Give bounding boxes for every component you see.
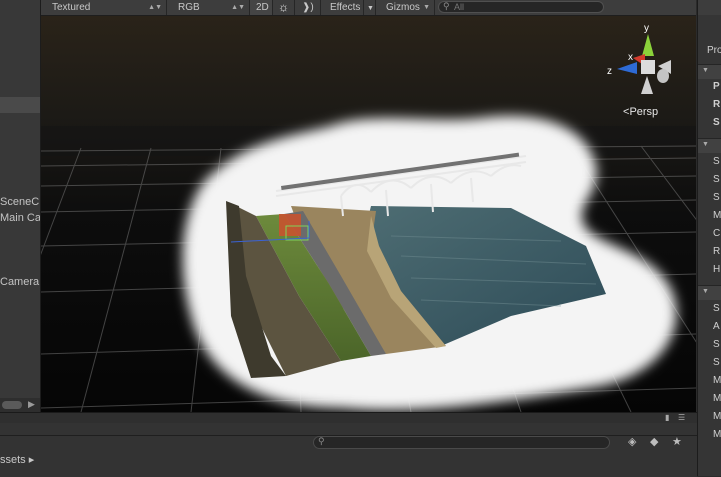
scene-search-box[interactable]: ⚲: [438, 1, 604, 13]
assets-breadcrumb[interactable]: ssets ▸: [0, 453, 34, 466]
inspector-row: Pro: [707, 45, 721, 56]
hierarchy-selection-highlight: [0, 97, 40, 113]
color-mode-label: RGB: [178, 2, 200, 13]
dropdown-arrows-icon: ▲▼: [148, 4, 162, 11]
inspector-row: S: [713, 117, 720, 128]
chevron-down-icon: ▼: [702, 288, 709, 295]
menu-icon[interactable]: ☰: [678, 413, 688, 423]
inspector-row: R: [713, 99, 721, 110]
hierarchy-panel: SceneC Main Ca Camera: [0, 0, 41, 412]
gizmo-neg-z-cone[interactable]: [657, 69, 669, 83]
search-icon: ⚲: [443, 1, 450, 11]
effects-label: Effects: [330, 2, 361, 13]
gizmo-z-label: z: [607, 66, 612, 77]
lock-icon[interactable]: ▮: [665, 413, 675, 423]
inspector-row: S: [713, 156, 720, 167]
dropdown-arrows-icon: ▲▼: [231, 4, 245, 11]
gizmos-dropdown[interactable]: Gizmos ▼: [380, 0, 435, 15]
scroll-right-icon[interactable]: ▶: [28, 399, 35, 410]
inspector-row: M: [713, 411, 721, 422]
inspector-row: A: [713, 321, 720, 332]
inspector-row: M: [713, 375, 721, 386]
gizmos-label: Gizmos: [386, 2, 420, 13]
inspector-row: H: [713, 264, 721, 275]
projection-toggle[interactable]: <Persp: [623, 106, 658, 118]
scrollbar-thumb[interactable]: [2, 401, 22, 409]
scene-render: y x z: [41, 16, 696, 412]
chevron-down-icon: ▼: [367, 5, 374, 12]
inspector-row: M: [713, 210, 721, 221]
audio-icon: ❱): [302, 2, 314, 13]
scene-search-input[interactable]: [454, 2, 594, 12]
inspector-row: S: [713, 174, 720, 185]
inspector-row: M: [713, 429, 721, 440]
gizmo-y-label: y: [644, 23, 649, 34]
inspector-row: S: [713, 339, 720, 350]
chevron-down-icon: ▼: [702, 141, 709, 148]
inspector-row: S: [713, 192, 720, 203]
render-mode-dropdown[interactable]: Textured ▲▼: [46, 0, 167, 15]
inspector-row: R: [713, 246, 721, 257]
chevron-down-icon: ▼: [423, 4, 430, 11]
hierarchy-item-main-camera[interactable]: Main Ca: [0, 212, 40, 225]
inspector-row: M: [713, 393, 721, 404]
project-search-box[interactable]: ⚲: [313, 436, 610, 449]
inspector-row: S: [713, 357, 720, 368]
color-mode-dropdown[interactable]: RGB ▲▼: [172, 0, 250, 15]
scene-bottom-strip: [0, 413, 697, 423]
inspector-header: [698, 0, 721, 15]
favorites-star-icon[interactable]: ★: [672, 435, 682, 448]
inspector-row: C: [713, 228, 721, 239]
inspector-panel: Pro ▼ P R S ▼ S S S M C R H ▼ S A S S M …: [697, 0, 721, 476]
lighting-toggle-button[interactable]: ☼: [273, 0, 295, 15]
sun-icon: ☼: [278, 0, 289, 14]
hierarchy-horizontal-scrollbar[interactable]: ▶: [0, 398, 40, 412]
inspector-section-collider[interactable]: ▼: [698, 285, 721, 300]
gizmo-center-cube[interactable]: [641, 60, 655, 74]
hierarchy-item-scene[interactable]: SceneC: [0, 196, 39, 209]
audio-toggle-button[interactable]: ❱): [295, 0, 321, 15]
filter-by-type-icon[interactable]: ◈: [628, 435, 636, 448]
render-mode-label: Textured: [52, 2, 91, 13]
effects-button[interactable]: Effects: [324, 0, 364, 15]
inspector-section-terrain[interactable]: ▼: [698, 138, 721, 153]
2d-label: 2D: [256, 2, 269, 13]
gizmo-x-label: x: [628, 52, 633, 63]
chevron-down-icon: ▼: [702, 67, 709, 74]
inspector-row: P: [713, 81, 720, 92]
filter-by-label-icon[interactable]: ◆: [650, 435, 658, 448]
projection-label: Persp: [629, 106, 659, 118]
scene-toolbar: Textured ▲▼ RGB ▲▼ 2D ☼ ❱) Effects ▼ Giz…: [41, 0, 696, 16]
scene-view[interactable]: y x z <Persp: [41, 16, 696, 412]
project-panel: ▮ ☰ ⚲ ◈ ◆ ★ ssets ▸: [0, 412, 697, 477]
effects-dropdown-button[interactable]: ▼: [364, 0, 376, 15]
2d-toggle-button[interactable]: 2D: [250, 0, 273, 15]
inspector-row: S: [713, 303, 720, 314]
inspector-section-transform[interactable]: ▼: [698, 64, 721, 79]
hierarchy-item-camera[interactable]: Camera: [0, 276, 39, 289]
search-icon: ⚲: [318, 436, 325, 446]
